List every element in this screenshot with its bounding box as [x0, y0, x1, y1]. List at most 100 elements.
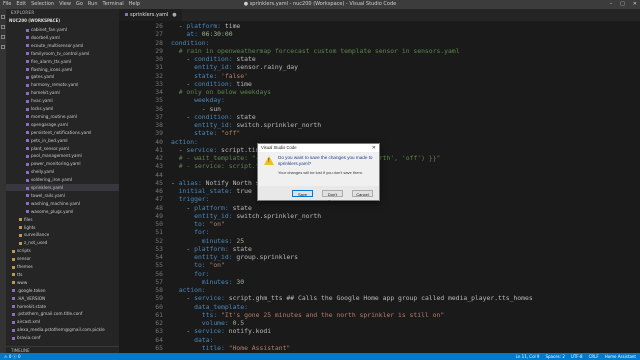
tree-item-label: doorbell.yaml — [31, 34, 60, 40]
tree-file[interactable]: .google.token — [6, 287, 119, 294]
minimize-icon[interactable]: – — [610, 1, 613, 7]
tree-file[interactable]: bravia.conf — [6, 334, 119, 341]
search-icon[interactable] — [1, 25, 5, 29]
tree-file[interactable]: wasome_plugs.yaml — [6, 208, 119, 215]
tree-file[interactable]: gates.yaml — [6, 73, 119, 80]
save-changes-dialog: Visual Studio Code ✕ ! Do you want to sa… — [257, 143, 380, 204]
tree-item-label: aircast.xml — [17, 319, 41, 325]
tree-item-label: persistent_notifications.yaml — [31, 129, 92, 135]
tab-bar: sprinklers.yaml ● — [119, 9, 640, 21]
tree-file[interactable]: aircast.xml — [6, 318, 119, 325]
extensions-icon[interactable] — [1, 45, 5, 49]
tree-folder[interactable]: lights — [6, 224, 119, 231]
tree-item-label: pool_management.yaml — [31, 153, 82, 159]
file-icon — [26, 154, 29, 158]
file-icon — [26, 194, 29, 198]
dialog-question: Do you want to save the changes you made… — [278, 155, 373, 166]
tree-file[interactable]: persistent_notifications.yaml — [6, 129, 119, 136]
tree-file[interactable]: shelly.yaml — [6, 168, 119, 175]
encoding[interactable]: UTF-8 — [571, 354, 583, 359]
file-icon — [26, 91, 29, 95]
file-icon — [26, 147, 29, 150]
tree-file[interactable]: flashing_icons.yaml — [6, 66, 119, 73]
tree-folder[interactable]: surveillance — [6, 231, 119, 238]
tree-file[interactable]: homekit.state — [6, 303, 119, 310]
file-icon — [26, 52, 29, 56]
tree-folder[interactable]: z_not_used — [6, 239, 119, 246]
file-icon — [26, 210, 29, 214]
tree-file[interactable]: familyroom_tv_control.yaml — [6, 50, 119, 57]
tree-item-label: lights — [24, 224, 36, 230]
file-icon — [26, 107, 29, 111]
tree-folder[interactable]: sensor — [6, 255, 119, 262]
tree-file[interactable]: locks.yaml — [6, 105, 119, 112]
tree-file[interactable]: morning_routine.yaml — [6, 113, 119, 120]
folder-icon — [19, 233, 22, 237]
folder-icon — [12, 281, 15, 285]
tree-folder[interactable]: www — [6, 279, 119, 286]
timeline-section[interactable]: TIMELINE — [6, 346, 119, 353]
tab-sprinklers[interactable]: sprinklers.yaml ● — [119, 9, 182, 21]
tree-folder[interactable]: tts — [6, 271, 119, 278]
tree-folder[interactable]: files — [6, 216, 119, 223]
save-button[interactable]: Save — [292, 190, 313, 197]
tree-file[interactable]: plant_sensor.yaml — [6, 145, 119, 152]
problems-indicator[interactable]: ⚠ 0 ⓧ 0 — [4, 353, 21, 360]
file-icon — [12, 297, 15, 301]
language-mode[interactable]: Home Assistant — [605, 354, 636, 359]
dont-save-button[interactable]: Don't Save — [322, 190, 343, 204]
menu-terminal[interactable]: Terminal — [103, 1, 124, 7]
indentation[interactable]: Spaces: 2 — [545, 354, 564, 359]
source-control-icon[interactable] — [1, 35, 5, 39]
menu-go[interactable]: Go — [76, 1, 83, 7]
tree-file[interactable]: power_monitoring.yaml — [6, 160, 119, 167]
maximize-icon[interactable]: □ — [620, 1, 625, 7]
tree-file[interactable]: .HA_VERSION — [6, 295, 119, 302]
menu-selection[interactable]: Selection — [31, 1, 54, 7]
menu-view[interactable]: View — [59, 1, 71, 7]
cancel-button[interactable]: Cancel — [352, 190, 373, 197]
explorer-icon[interactable] — [1, 15, 5, 19]
tree-file[interactable]: harmony_remote.yaml — [6, 81, 119, 88]
menu-run[interactable]: Run — [88, 1, 98, 7]
warning-icon: ! — [264, 156, 274, 165]
dialog-close-icon[interactable]: ✕ — [372, 144, 376, 152]
menu-file[interactable]: File — [3, 1, 11, 7]
menu-edit[interactable]: Edit — [16, 1, 26, 7]
tree-folder[interactable]: themes — [6, 263, 119, 270]
tree-file[interactable]: cabinet_fan.yaml — [6, 26, 119, 33]
tree-item-label: washing_machine.yaml — [31, 200, 81, 206]
tree-item-label: homekit.state — [17, 303, 47, 309]
file-icon — [12, 320, 15, 324]
tree-folder[interactable]: scripts — [6, 247, 119, 254]
tree-file[interactable]: pets_in_bed.yaml — [6, 137, 119, 144]
tree-file[interactable]: hvac.yaml — [6, 97, 119, 104]
tree-item-label: wasome_plugs.yaml — [31, 208, 74, 214]
menu-help[interactable]: Help — [129, 1, 140, 7]
workspace-title[interactable]: NUC200 (WORKSPACE) — [6, 17, 119, 24]
tree-item-label: sensor — [17, 256, 31, 262]
tree-file[interactable]: opengarage.yaml — [6, 121, 119, 128]
tree-file[interactable]: homekit.yaml — [6, 89, 119, 96]
cursor-position[interactable]: Ln 11, Col 9 — [516, 354, 540, 359]
window-close-icon[interactable]: ✕ — [633, 1, 637, 7]
tree-file[interactable]: .pstothern_gmail.com.title.conf — [6, 310, 119, 317]
menu-bar: File Edit Selection View Go Run Terminal Help — [3, 0, 145, 9]
unsaved-dot-icon[interactable]: ● — [172, 12, 176, 18]
tree-file[interactable]: towel_rails.yaml — [6, 192, 119, 199]
tree-file[interactable]: doorbell.yaml — [6, 34, 119, 41]
tree-item-label: alexa_media.pstothern@gmail.com.pickle — [17, 327, 105, 333]
yaml-file-icon — [125, 13, 128, 16]
tree-file[interactable]: soldering_iron.yaml — [6, 176, 119, 183]
tree-file[interactable]: fire_alarm_tts.yaml — [6, 58, 119, 65]
tree-item-label: bravia.conf — [17, 335, 41, 341]
tree-item-label: files — [24, 216, 33, 222]
tree-file[interactable]: alexa_media.pstothern@gmail.com.pickle — [6, 326, 119, 333]
tree-file[interactable]: ecoute_multisensor.yaml — [6, 42, 119, 49]
tree-file[interactable]: pool_management.yaml — [6, 152, 119, 159]
tree-file[interactable]: sprinklers.yaml — [6, 184, 119, 191]
line-ending[interactable]: CRLF — [589, 354, 599, 359]
file-icon — [26, 60, 29, 64]
file-icon — [12, 328, 15, 332]
tree-file[interactable]: washing_machine.yaml — [6, 200, 119, 207]
